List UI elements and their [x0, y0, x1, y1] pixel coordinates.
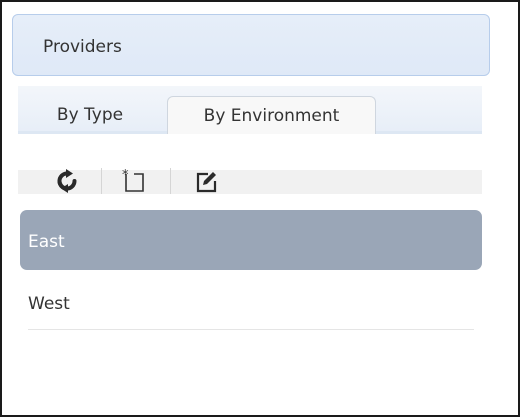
- edit-icon: [196, 172, 217, 193]
- edit-button[interactable]: [191, 166, 221, 196]
- list-item-label: East: [28, 232, 65, 252]
- toolbar-separator: [170, 168, 171, 194]
- new-icon: *: [122, 168, 144, 192]
- providers-header: Providers: [12, 14, 490, 76]
- list-item-west[interactable]: West: [20, 270, 482, 330]
- toolbar-strip: [18, 170, 482, 194]
- tab-by-environment[interactable]: By Environment: [167, 96, 376, 136]
- tab-by-type[interactable]: By Type: [20, 96, 160, 134]
- list-item-label: West: [28, 294, 70, 314]
- refresh-button[interactable]: [52, 166, 82, 196]
- page-title: Providers: [43, 37, 122, 57]
- svg-text:*: *: [122, 168, 129, 183]
- new-button[interactable]: *: [118, 166, 148, 196]
- toolbar-separator: [101, 168, 102, 194]
- refresh-icon: [57, 169, 77, 193]
- list-divider: [28, 329, 474, 330]
- list-item-east[interactable]: East: [20, 210, 482, 270]
